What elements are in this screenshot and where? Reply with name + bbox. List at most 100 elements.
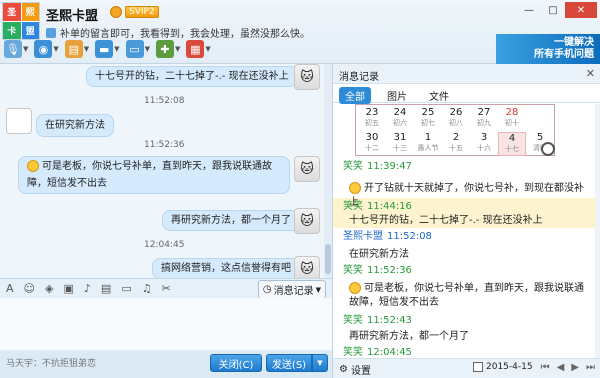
send-options-dropdown[interactable]: ▼ bbox=[312, 354, 328, 372]
calendar-day[interactable]: 2 十五 bbox=[442, 132, 470, 156]
toolbar-item[interactable]: ◉ ▼ bbox=[34, 40, 59, 58]
message-bubble-outgoing: 再研究新方法，都一个月了 bbox=[162, 210, 300, 231]
entry-text: 再研究新方法，都一个月了 bbox=[349, 331, 469, 342]
calendar-day-number: 1 bbox=[424, 132, 432, 143]
camera-icon: ◉ bbox=[34, 40, 53, 58]
history-entry-header: 笑笑 11:52:43 bbox=[343, 314, 412, 328]
toolbar-item[interactable]: ▦ ▼ bbox=[186, 40, 211, 58]
chevron-down-icon[interactable]: ▼ bbox=[114, 45, 119, 53]
microphone-icon: 🎙 bbox=[4, 40, 22, 58]
toolbar-item[interactable]: ✚ ▼ bbox=[155, 40, 180, 58]
chevron-down-icon[interactable]: ▼ bbox=[23, 45, 28, 53]
sender-name: 笑笑 bbox=[343, 347, 363, 358]
chevron-down-icon[interactable]: ▼ bbox=[53, 45, 58, 53]
date-picker[interactable]: 2015-4-15 bbox=[473, 362, 533, 372]
font-icon[interactable]: A bbox=[6, 282, 14, 295]
toolbar-item[interactable]: 🎙 ▼ bbox=[4, 40, 28, 58]
folder-icon[interactable]: ▭ bbox=[121, 282, 131, 295]
signature-text: 补单的留言即可，我看得到，我会处理，虽然没那么快。 bbox=[60, 29, 310, 40]
history-button[interactable]: ◷ 消息记录 ▼ bbox=[257, 280, 326, 299]
calendar-day[interactable]: 26 初八 bbox=[442, 107, 470, 131]
promo-banner[interactable]: 一键解决 所有手机问题 bbox=[496, 34, 600, 64]
contact-avatar[interactable] bbox=[6, 108, 32, 134]
screenshot-icon[interactable]: ▤ bbox=[101, 282, 111, 295]
tab-files[interactable]: 文件 bbox=[423, 87, 455, 104]
history-footer: ⚙ 设置 2015-4-15 ⏮ ◀ ▶ ⏭ bbox=[333, 358, 600, 378]
calendar-day-lunar: 初八 bbox=[449, 119, 463, 127]
pager: ⏮ ◀ ▶ ⏭ bbox=[541, 362, 595, 373]
calendar-day[interactable]: 25 初七 bbox=[414, 107, 442, 131]
chevron-down-icon[interactable]: ▼ bbox=[175, 45, 180, 53]
calendar-day[interactable]: 28 初十 bbox=[498, 107, 526, 131]
minimize-button[interactable]: — bbox=[517, 2, 541, 18]
mic-icon[interactable]: ♪ bbox=[84, 282, 91, 295]
settings-button[interactable]: ⚙ 设置 bbox=[339, 362, 371, 377]
close-button[interactable]: 关闭(C) bbox=[210, 354, 262, 372]
self-avatar[interactable]: 🐱 bbox=[294, 208, 320, 234]
calendar-day[interactable]: 31 十三 bbox=[386, 132, 414, 156]
chevron-down-icon[interactable]: ▼ bbox=[84, 45, 89, 53]
calendar[interactable]: 23 初五 24 初六 25 初七 26 初八 27 初九 28 初十 30 十二 31 十三 1 愚人节 2 十五 3… bbox=[355, 104, 555, 156]
toolbar-item[interactable]: ▬ ▼ bbox=[95, 40, 120, 58]
settings-label: 设置 bbox=[350, 366, 371, 377]
vip-badge[interactable]: SVIP2 bbox=[125, 6, 159, 18]
history-panel: 消息记录 ✕ 全部 图片 文件 23 初五 24 初六 25 初七 26 初八 27 初九 28 初十… bbox=[332, 64, 600, 378]
avatar-tile: 卡 bbox=[3, 21, 21, 39]
calendar-day[interactable]: 3 十六 bbox=[470, 132, 498, 156]
tab-images[interactable]: 图片 bbox=[381, 87, 413, 104]
toolbar-item[interactable]: ▭ ▼ bbox=[125, 40, 150, 58]
calendar-day[interactable]: 23 初五 bbox=[358, 107, 386, 131]
clapper-icon[interactable]: ◈ bbox=[45, 282, 53, 295]
ad-text-link[interactable]: 马天宇：不抗拒狙弟恋 bbox=[6, 356, 96, 369]
chat-scroll-thumb[interactable] bbox=[325, 244, 331, 274]
history-label: 消息记录 bbox=[273, 286, 314, 297]
send-button[interactable]: 发送(S) bbox=[266, 354, 312, 372]
chevron-down-icon: ▼ bbox=[315, 285, 321, 294]
first-page-icon[interactable]: ⏮ bbox=[541, 362, 550, 373]
title-bar: 圣熙卡盟 圣熙卡盟 SVIP2 — □ ✕ 补单的留言即可，我看得到，我会处理，… bbox=[0, 0, 600, 64]
calendar-day-lunar: 初九 bbox=[477, 119, 491, 127]
avatar-tile: 圣 bbox=[3, 3, 21, 21]
message-time: 11:52:36 bbox=[144, 140, 185, 150]
history-header: 消息记录 ✕ bbox=[333, 64, 600, 84]
history-entry-header: 圣熙卡盟 11:52:08 bbox=[343, 230, 432, 244]
calendar-day-number: 31 bbox=[393, 132, 407, 143]
history-scrollbar[interactable] bbox=[595, 104, 600, 358]
last-page-icon[interactable]: ⏭ bbox=[586, 362, 595, 373]
message-bubble-outgoing: 可是老板，你说七号补单，直到昨天，跟我说联通故障，短信发不出去 bbox=[18, 156, 290, 194]
emoji-icon[interactable]: ☺ bbox=[24, 282, 35, 295]
close-window-button[interactable]: ✕ bbox=[565, 2, 597, 18]
next-page-icon[interactable]: ▶ bbox=[571, 362, 579, 373]
toolbar-item[interactable]: ▤ ▼ bbox=[64, 40, 89, 58]
magnifier-icon[interactable] bbox=[541, 142, 555, 156]
scissors-icon[interactable]: ✂ bbox=[162, 282, 171, 295]
calendar-day-number: 4 bbox=[508, 133, 516, 144]
chat-area[interactable]: 十七号开的钻，二十七掉了-.- 现在还没补上 🐱 11:52:08 在研究新方法… bbox=[0, 64, 332, 278]
vip-area[interactable]: SVIP2 bbox=[110, 6, 159, 18]
tab-all[interactable]: 全部 bbox=[339, 87, 371, 104]
chat-scrollbar[interactable] bbox=[324, 64, 332, 278]
message-bubble-incoming: 在研究新方法 bbox=[36, 114, 114, 137]
calendar-day-number: 25 bbox=[421, 107, 435, 118]
sender-name: 笑笑 bbox=[343, 265, 363, 276]
avatar[interactable]: 圣熙卡盟 bbox=[2, 2, 40, 40]
maximize-button[interactable]: □ bbox=[541, 2, 565, 18]
message-input[interactable] bbox=[0, 298, 332, 350]
image-icon[interactable]: ▣ bbox=[63, 282, 73, 295]
close-icon[interactable]: ✕ bbox=[586, 67, 595, 80]
music-icon[interactable]: ♫ bbox=[142, 282, 152, 295]
entry-time: 11:52:43 bbox=[367, 315, 412, 326]
calendar-day[interactable]: 27 初九 bbox=[470, 107, 498, 131]
calendar-day[interactable]: 30 十二 bbox=[358, 132, 386, 156]
prev-page-icon[interactable]: ◀ bbox=[557, 362, 565, 373]
calendar-day-today[interactable]: 4 十七 bbox=[498, 132, 526, 156]
chevron-down-icon[interactable]: ▼ bbox=[205, 45, 210, 53]
self-avatar[interactable]: 🐱 bbox=[294, 64, 320, 90]
calendar-day[interactable]: 1 愚人节 bbox=[414, 132, 442, 156]
group-chat-icon: ✚ bbox=[155, 40, 174, 58]
chevron-down-icon[interactable]: ▼ bbox=[145, 45, 150, 53]
self-avatar[interactable]: 🐱 bbox=[294, 156, 320, 182]
avatar-tile: 盟 bbox=[21, 21, 39, 39]
calendar-day[interactable]: 24 初六 bbox=[386, 107, 414, 131]
self-avatar[interactable]: 🐱 bbox=[294, 256, 320, 278]
